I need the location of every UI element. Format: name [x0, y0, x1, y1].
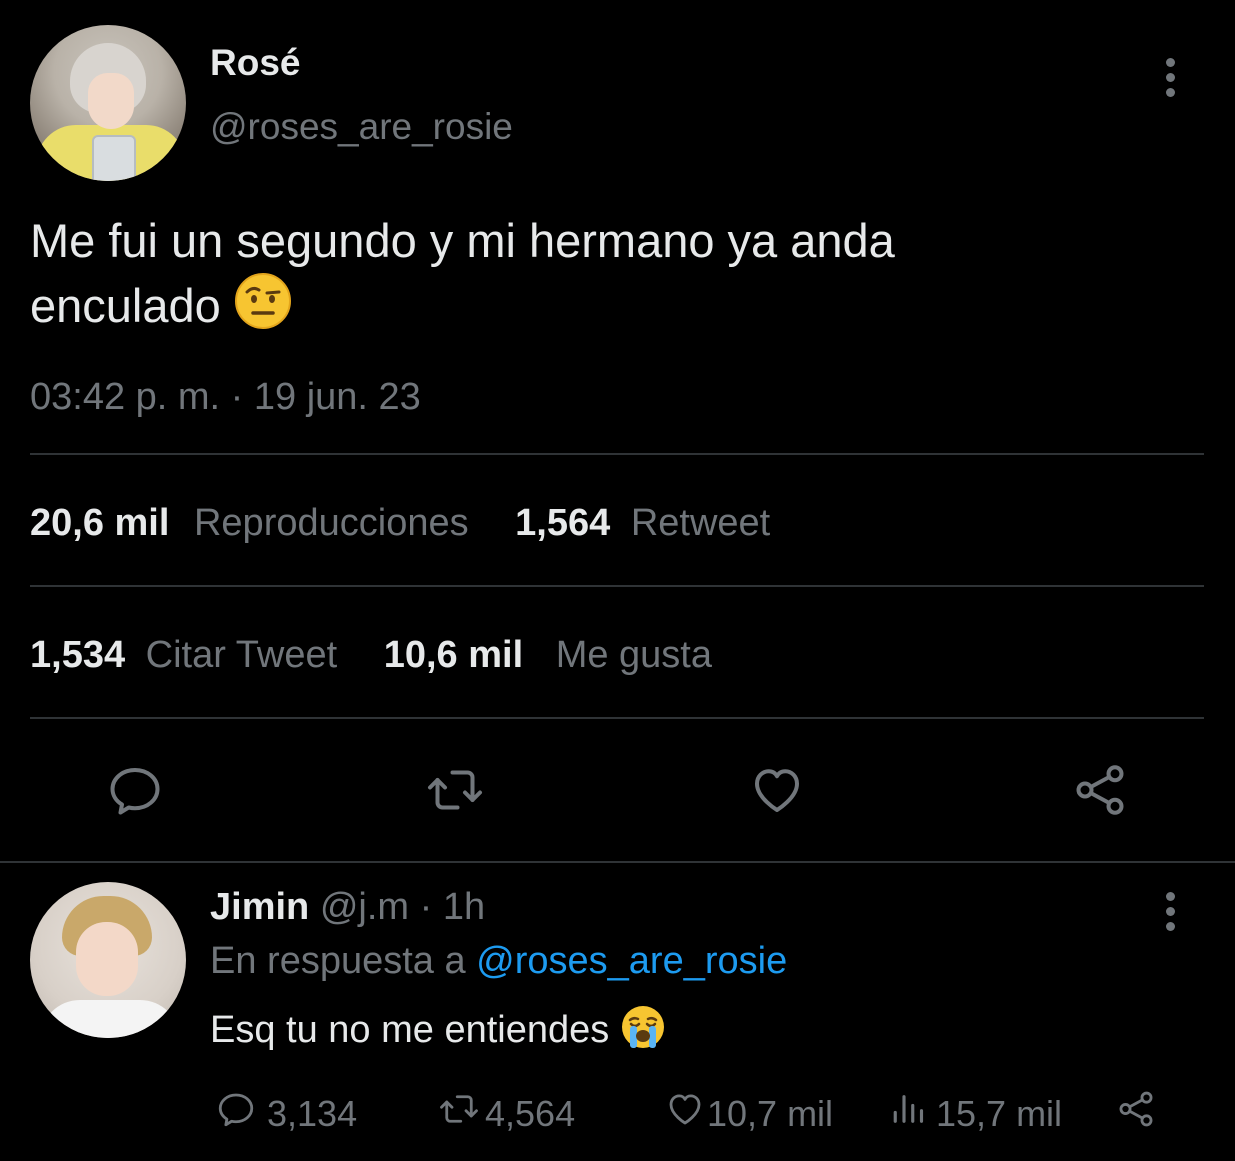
reply-reply-button[interactable]: 3,134: [215, 1088, 357, 1139]
retweets-count: 1,564: [515, 502, 611, 544]
likes-count: 10,6 mil: [383, 634, 524, 676]
reply-author-avatar[interactable]: [30, 882, 186, 1038]
retweet-icon: [435, 1088, 483, 1139]
divider: [30, 717, 1204, 719]
stats-row-1: 20,6 mil Reproducciones 1,564 Retweet: [30, 502, 770, 545]
retweets-label: Retweet: [630, 502, 771, 544]
reply-views-button[interactable]: 15,7 mil: [890, 1088, 1062, 1139]
divider: [30, 453, 1204, 455]
reply-replies-count: 3,134: [267, 1092, 358, 1134]
views-label: Reproducciones: [193, 502, 469, 544]
reply-text-content: Esq tu no me entiendes: [210, 1009, 610, 1051]
likes-label: Me gusta: [555, 634, 712, 676]
reply-like-button[interactable]: 10,7 mil: [663, 1088, 833, 1139]
tweet-text-line1: Me fui un segundo y mi hermano ya anda: [30, 214, 895, 267]
divider: [30, 585, 1204, 587]
reply-display-name[interactable]: Jimin: [210, 886, 309, 928]
views-icon: [890, 1088, 932, 1139]
reply-handle[interactable]: @j.m: [320, 886, 409, 928]
reply-retweet-button[interactable]: 4,564: [435, 1088, 575, 1139]
raised-eyebrow-emoji-icon: [234, 272, 292, 345]
reply-views-count: 15,7 mil: [936, 1092, 1063, 1134]
share-icon[interactable]: [1070, 760, 1130, 820]
reply-header: Jimin @j.m · 1h: [210, 886, 485, 929]
loudly-crying-emoji-icon: [620, 1004, 666, 1060]
retweets-stat[interactable]: 1,564 Retweet: [515, 502, 770, 544]
tweet-timestamp[interactable]: 03:42 p. m. · 19 jun. 23: [30, 376, 421, 419]
share-icon: [1113, 1088, 1159, 1139]
reply-time[interactable]: · 1h: [420, 886, 485, 928]
reply-icon[interactable]: [105, 760, 165, 820]
in-reply-to-mention[interactable]: @roses_are_rosie: [476, 940, 787, 982]
likes-stat[interactable]: 10,6 mil Me gusta: [384, 634, 712, 676]
views-count: 20,6 mil: [30, 502, 170, 544]
reply-likes-count: 10,7 mil: [707, 1092, 834, 1134]
reply-icon: [215, 1088, 257, 1139]
reply-more-options-icon[interactable]: [1166, 892, 1176, 934]
author-display-name[interactable]: Rosé: [210, 42, 300, 84]
author-avatar[interactable]: [30, 25, 186, 181]
more-options-icon[interactable]: [1166, 58, 1176, 100]
like-icon[interactable]: [747, 760, 807, 820]
reply-share-button[interactable]: [1113, 1088, 1159, 1139]
quotes-label: Citar Tweet: [145, 634, 338, 676]
views-stat[interactable]: 20,6 mil Reproducciones: [30, 502, 479, 544]
in-reply-to-label: En respuesta a: [210, 940, 466, 982]
reply-text: Esq tu no me entiendes: [210, 1004, 666, 1060]
author-handle[interactable]: @roses_are_rosie: [210, 106, 513, 148]
stats-row-2: 1,534 Citar Tweet 10,6 mil Me gusta: [30, 634, 712, 677]
in-reply-to: En respuesta a @roses_are_rosie: [210, 940, 787, 983]
like-icon: [663, 1088, 707, 1139]
section-divider: [0, 861, 1235, 863]
tweet-text-line2: enculado: [30, 279, 221, 332]
quotes-count: 1,534: [30, 634, 126, 676]
tweet-text: Me fui un segundo y mi hermano ya anda e…: [30, 210, 1190, 345]
reply-retweets-count: 4,564: [485, 1092, 576, 1134]
retweet-icon[interactable]: [425, 760, 485, 820]
quotes-stat[interactable]: 1,534 Citar Tweet: [30, 634, 348, 676]
